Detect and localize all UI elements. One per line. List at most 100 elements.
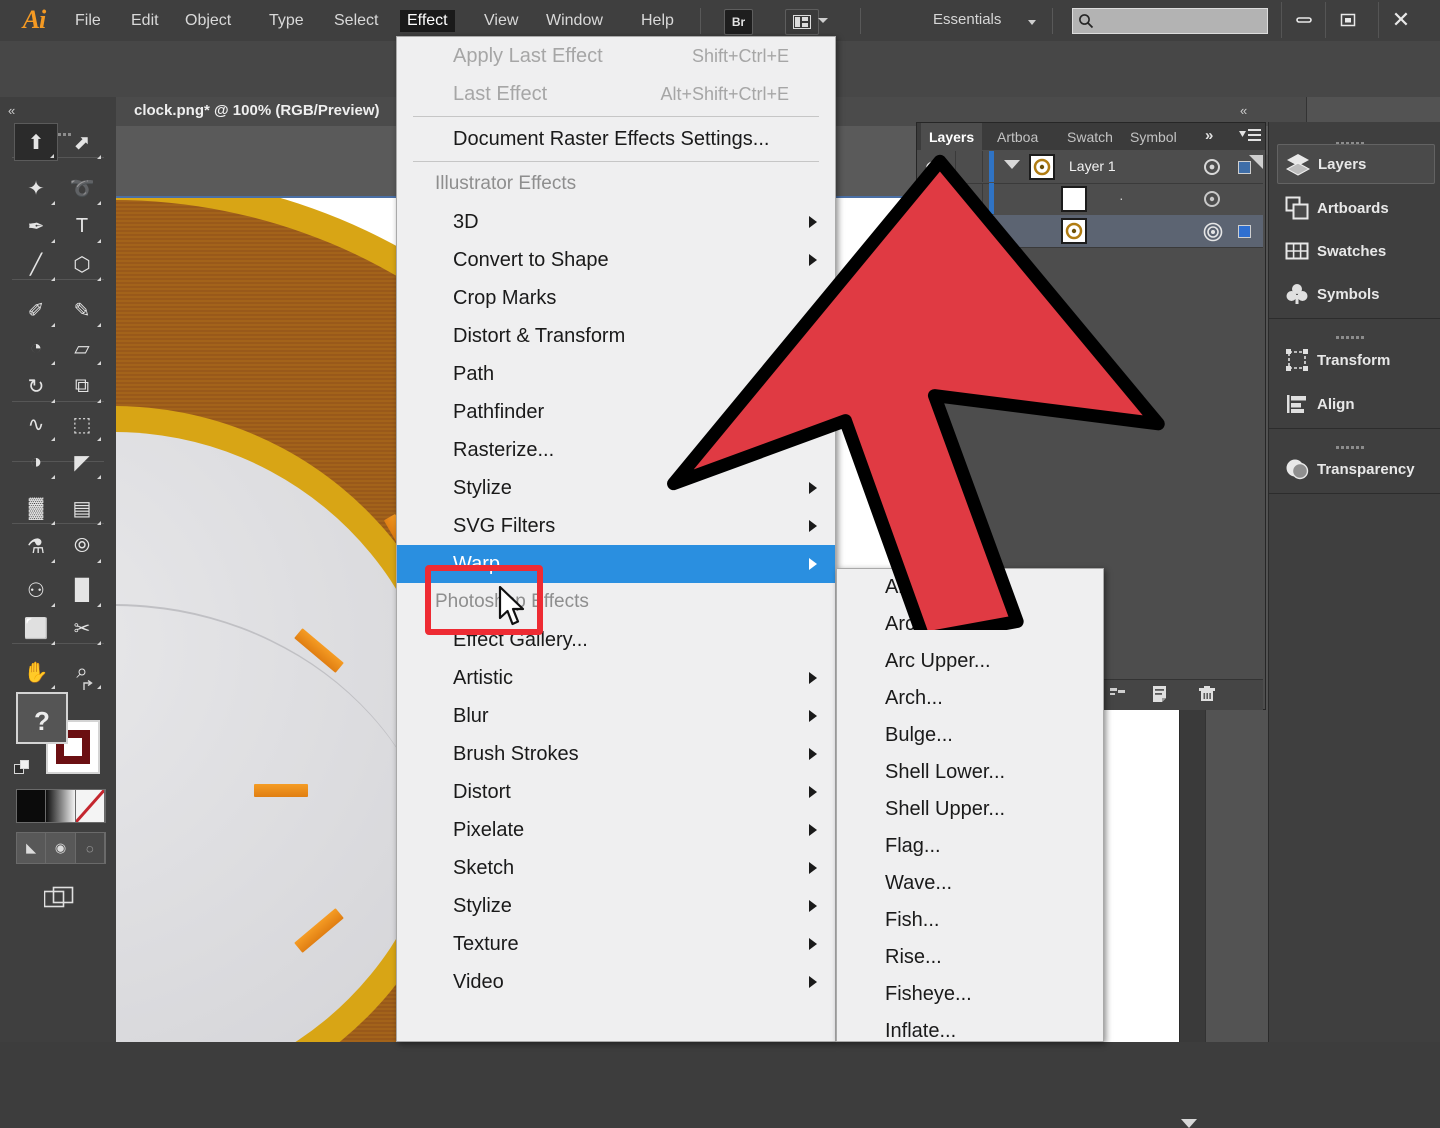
shape-builder-tool[interactable]: ◑: [14, 443, 58, 481]
menu-item-convert-to-shape[interactable]: Convert to Shape: [397, 241, 835, 279]
eyedropper-tool[interactable]: ⚗: [14, 527, 58, 565]
rotate-tool[interactable]: ↻: [14, 367, 58, 405]
make-clipping-mask-icon[interactable]: [1109, 685, 1127, 705]
menu-item-distort[interactable]: Distort: [397, 773, 835, 811]
search-input[interactable]: [1072, 8, 1268, 34]
dock-item-swatches[interactable]: Swatches: [1277, 231, 1435, 271]
menu-file[interactable]: File: [68, 10, 108, 32]
menu-item-path[interactable]: Path: [397, 355, 835, 393]
column-graph-tool[interactable]: █: [60, 571, 104, 609]
panel-flyout-menu-icon[interactable]: [1239, 128, 1261, 145]
menu-item-texture[interactable]: Texture: [397, 925, 835, 963]
selection-tool[interactable]: ⬆: [14, 123, 58, 161]
warp-submenu[interactable]: Arc... Arc Lower... Arc Upper... Arch... Bul…: [836, 568, 1104, 1042]
window-close-button[interactable]: ✕: [1378, 2, 1423, 38]
paintbrush-tool[interactable]: ✐: [14, 291, 58, 329]
mesh-tool[interactable]: ▓: [14, 489, 58, 527]
layer-name[interactable]: ·: [1119, 190, 1124, 206]
dock-item-transform[interactable]: Transform: [1277, 340, 1435, 380]
draw-modes[interactable]: ◣ ◉ ◌: [16, 832, 106, 864]
menu-item-sketch[interactable]: Sketch: [397, 849, 835, 887]
menu-select[interactable]: Select: [327, 10, 385, 32]
warp-item-shell-upper[interactable]: Shell Upper...: [837, 791, 1103, 828]
width-tool[interactable]: ∿: [14, 405, 58, 443]
chevron-down-icon[interactable]: [1004, 160, 1020, 169]
dock-group-grip[interactable]: [1331, 326, 1371, 339]
window-maximize-button[interactable]: [1325, 2, 1370, 38]
blob-brush-tool[interactable]: ◔: [14, 329, 58, 367]
window-minimize-button[interactable]: [1281, 2, 1326, 38]
menu-item-stylize[interactable]: Stylize: [397, 887, 835, 925]
change-screen-mode[interactable]: [40, 883, 78, 913]
direct-selection-tool[interactable]: ⬈: [60, 123, 104, 161]
arrange-caret-icon[interactable]: [818, 18, 828, 23]
dock-group-grip[interactable]: [1331, 436, 1371, 449]
menu-item-effect-gallery[interactable]: Effect Gallery...: [397, 621, 835, 659]
warp-item-bulge[interactable]: Bulge...: [837, 717, 1103, 754]
fill-swatch[interactable]: ?: [16, 692, 68, 744]
target-indicator-icon[interactable]: [1203, 190, 1221, 208]
type-tool[interactable]: T: [60, 207, 104, 245]
chevron-down-icon[interactable]: [1028, 20, 1036, 25]
dock-item-transparency[interactable]: Transparency: [1277, 449, 1435, 489]
lasso-tool[interactable]: ➰: [60, 169, 104, 207]
dock-item-layers[interactable]: Layers: [1277, 144, 1435, 184]
menu-item-distort-transform[interactable]: Distort & Transform: [397, 317, 835, 355]
dock-item-artboards[interactable]: Artboards: [1277, 188, 1435, 228]
menu-object[interactable]: Object: [178, 10, 238, 32]
warp-item-flag[interactable]: Flag...: [837, 828, 1103, 865]
layer-row[interactable]: ·: [919, 183, 1263, 216]
warp-item-shell-lower[interactable]: Shell Lower...: [837, 754, 1103, 791]
lock-toggle[interactable]: [955, 215, 983, 246]
layer-name[interactable]: Layer 1: [1069, 158, 1116, 174]
dock-group-grip[interactable]: [1331, 132, 1371, 145]
warp-item-rise[interactable]: Rise...: [837, 939, 1103, 976]
effect-dropdown-menu[interactable]: Apply Last Effect Shift+Ctrl+E Last Effect…: [396, 36, 836, 1042]
menu-item-rasterize[interactable]: Rasterize...: [397, 431, 835, 469]
delete-layer-icon[interactable]: [1197, 685, 1217, 707]
pen-tool[interactable]: ✒: [14, 207, 58, 245]
target-indicator-icon[interactable]: [1203, 158, 1221, 176]
menu-item-crop-marks[interactable]: Crop Marks: [397, 279, 835, 317]
menu-item-3d[interactable]: 3D: [397, 203, 835, 241]
menu-item-brush-strokes[interactable]: Brush Strokes: [397, 735, 835, 773]
lock-toggle[interactable]: [955, 151, 983, 182]
perspective-grid-tool[interactable]: ◤: [60, 443, 104, 481]
magic-wand-tool[interactable]: ✦: [14, 169, 58, 207]
color-mode-swatches[interactable]: [16, 788, 106, 824]
menu-item-blur[interactable]: Blur: [397, 697, 835, 735]
visibility-eye-icon[interactable]: [925, 189, 947, 209]
layer-row[interactable]: Layer 1: [919, 151, 1263, 184]
double-chevron-right-icon[interactable]: »: [1205, 127, 1213, 144]
scale-tool[interactable]: ⧉: [60, 367, 104, 405]
bridge-button[interactable]: Br: [724, 9, 753, 35]
swap-fill-stroke-icon[interactable]: [82, 679, 98, 696]
blend-tool[interactable]: ⦾: [60, 527, 104, 565]
tab-symbols[interactable]: Symbol: [1122, 123, 1185, 150]
tab-artboards[interactable]: Artboa: [989, 123, 1046, 150]
fill-stroke-controls[interactable]: ?: [14, 679, 100, 778]
line-segment-tool[interactable]: ╱: [14, 245, 58, 283]
menu-view[interactable]: View: [477, 10, 525, 32]
menu-type[interactable]: Type: [262, 10, 311, 32]
layer-row[interactable]: [919, 215, 1263, 248]
warp-item-arc-lower[interactable]: Arc Lower...: [837, 606, 1103, 643]
arrange-documents-button[interactable]: [785, 9, 819, 35]
menu-help[interactable]: Help: [634, 10, 681, 32]
warp-item-inflate[interactable]: Inflate...: [837, 1013, 1103, 1050]
warp-item-fisheye[interactable]: Fisheye...: [837, 976, 1103, 1013]
artboard-tool[interactable]: ⬜: [14, 609, 58, 647]
lock-toggle[interactable]: [955, 183, 983, 214]
menu-item-warp[interactable]: Warp: [397, 545, 835, 583]
menu-item-svg-filters[interactable]: SVG Filters: [397, 507, 835, 545]
warp-item-wave[interactable]: Wave...: [837, 865, 1103, 902]
warp-item-fish[interactable]: Fish...: [837, 902, 1103, 939]
menu-item-pathfinder[interactable]: Pathfinder: [397, 393, 835, 431]
menu-edit[interactable]: Edit: [124, 10, 166, 32]
selection-indicator[interactable]: [1238, 225, 1251, 238]
gradient-swatch[interactable]: [46, 790, 76, 822]
warp-item-arch[interactable]: Arch...: [837, 680, 1103, 717]
default-fill-stroke-icon[interactable]: [14, 760, 32, 778]
slice-tool[interactable]: ✂: [60, 609, 104, 647]
draw-behind-mode[interactable]: ◉: [46, 833, 76, 863]
